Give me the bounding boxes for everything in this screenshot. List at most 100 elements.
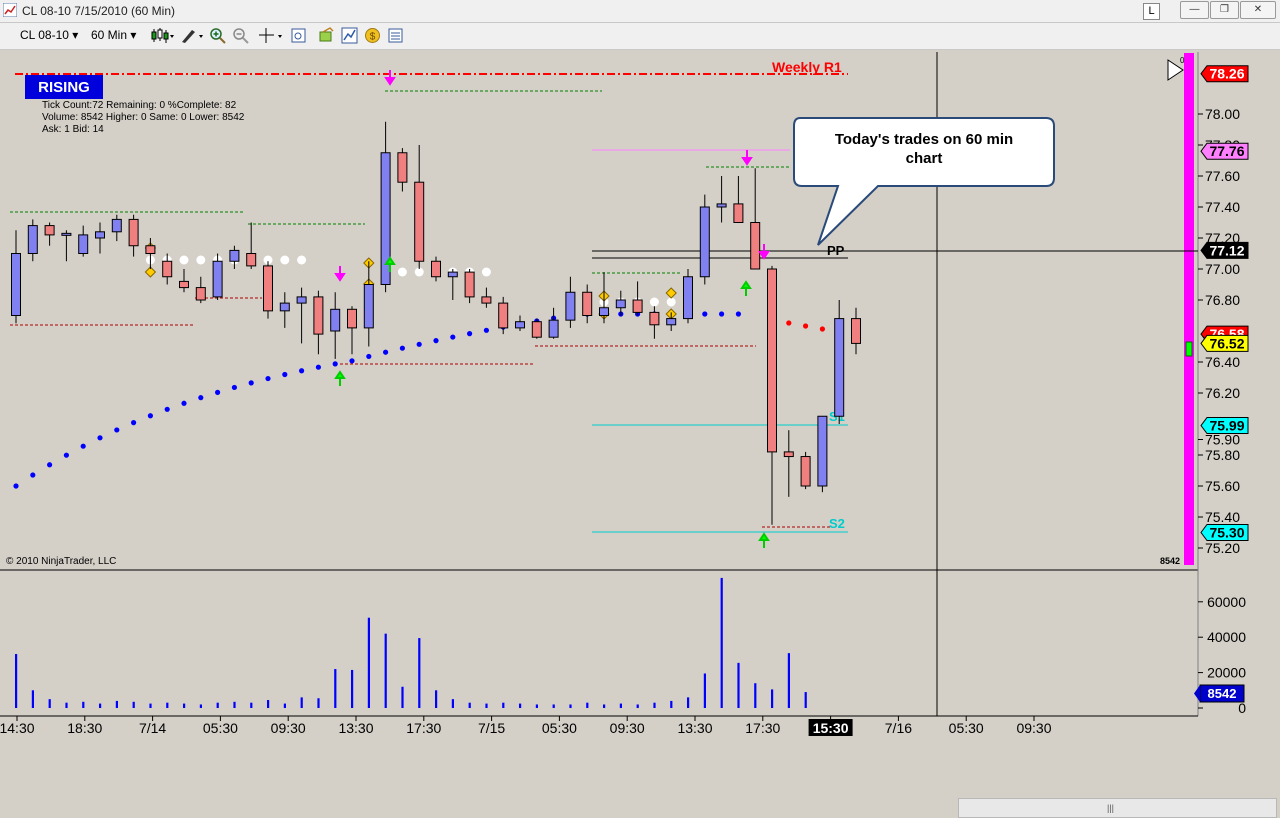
candle xyxy=(531,318,542,339)
zoom-in-icon[interactable] xyxy=(209,27,226,44)
tick-stats-line-2: Volume: 8542 Higher: 0 Same: 0 Lower: 85… xyxy=(42,112,245,123)
psar-dot xyxy=(13,483,19,489)
psar-dot xyxy=(147,413,153,419)
volume-bar xyxy=(451,699,454,708)
candle-body xyxy=(599,307,609,316)
white-dot xyxy=(297,255,307,265)
horizontal-scrollbar[interactable]: ||| xyxy=(958,798,1277,818)
candle-body xyxy=(61,232,72,236)
candle-body xyxy=(111,218,122,233)
candle-body xyxy=(229,249,240,262)
psar-dot xyxy=(80,443,86,449)
close-button[interactable]: ✕ xyxy=(1240,1,1276,19)
instrument-selector[interactable]: CL 08-10 ▾ xyxy=(20,28,78,42)
candle-body xyxy=(615,299,626,309)
candle-body xyxy=(363,284,374,329)
candle-body xyxy=(95,231,105,239)
rising-label: RISING xyxy=(38,79,90,96)
volume-bar xyxy=(535,704,538,708)
candle-body xyxy=(800,456,811,487)
psar-dot xyxy=(30,472,36,478)
time-tick-label: 17:30 xyxy=(745,720,780,736)
crosshair-icon[interactable] xyxy=(258,27,284,44)
price-tick-label: 75.20 xyxy=(1205,540,1240,556)
candle-body xyxy=(212,260,223,298)
volume-bar xyxy=(250,702,253,708)
psar-dot xyxy=(803,323,809,329)
candle xyxy=(834,300,845,424)
volume-bar xyxy=(485,703,488,708)
price-badge-label: 76.52 xyxy=(1209,335,1244,351)
candle-body xyxy=(263,265,273,312)
volume-bar xyxy=(65,702,68,708)
minimize-button[interactable]: — xyxy=(1180,1,1209,19)
candle-body xyxy=(44,225,55,236)
candle-body xyxy=(397,152,408,183)
chart-toolbar: CL 08-10 ▾ 60 Min ▾ $ xyxy=(0,23,1280,50)
price-tick-label: 76.20 xyxy=(1205,385,1240,401)
price-chart[interactable]: 0 Weekly R1 PP S1 S2 xyxy=(0,50,1280,770)
candle-body xyxy=(834,318,845,417)
candle-body xyxy=(279,302,290,312)
volume-bar xyxy=(300,697,303,708)
white-dot xyxy=(649,297,659,307)
time-tick-label: 7/15 xyxy=(478,720,505,736)
candle-body xyxy=(481,296,492,304)
volume-bar xyxy=(132,701,135,708)
white-dot xyxy=(666,297,676,307)
psar-dot xyxy=(702,311,708,317)
bar-type-icon[interactable] xyxy=(150,27,174,44)
psar-dot xyxy=(114,427,120,433)
chart-area[interactable]: 0 Weekly R1 PP S1 S2 xyxy=(0,50,1280,818)
candle-body xyxy=(128,218,139,247)
volume-bar xyxy=(619,703,622,708)
volume-bar xyxy=(351,669,354,708)
time-tick-label: 7/16 xyxy=(885,720,912,736)
volume-bar xyxy=(771,689,774,708)
psar-dot xyxy=(399,345,405,351)
volume-bar xyxy=(401,686,404,708)
volume-bar xyxy=(199,704,202,708)
candle-body xyxy=(78,234,89,254)
volume-bar xyxy=(603,704,606,708)
dollar-icon[interactable]: $ xyxy=(364,27,381,44)
candle xyxy=(800,451,811,490)
restore-button[interactable]: ❐ xyxy=(1210,1,1239,19)
volume-bar xyxy=(737,662,740,708)
volume-bar xyxy=(267,700,270,708)
volume-bar xyxy=(216,702,219,708)
indicators-icon[interactable] xyxy=(341,27,358,44)
properties-icon[interactable] xyxy=(290,27,307,44)
volume-bar xyxy=(317,698,320,708)
chart-background xyxy=(0,50,1280,770)
candle-body xyxy=(750,222,761,270)
window-title-bar: CL 08-10 7/15/2010 (60 Min) L — ❐ ✕ xyxy=(0,0,1280,23)
price-tick-label: 77.00 xyxy=(1205,261,1240,277)
price-badge-label: 75.99 xyxy=(1209,418,1244,434)
psar-dot xyxy=(47,462,53,468)
scroll-grip-icon[interactable]: ||| xyxy=(1107,803,1114,813)
callout-text: Today's trades on 60 min chart xyxy=(834,131,1014,167)
volume-badge-label: 8542 xyxy=(1208,686,1237,701)
interval-selector[interactable]: 60 Min ▾ xyxy=(91,28,136,42)
psar-dot xyxy=(265,375,271,382)
drawing-pen-icon[interactable] xyxy=(180,27,204,44)
price-badge: 77.76 xyxy=(1200,142,1249,160)
link-button[interactable]: L xyxy=(1143,3,1160,20)
volume-bar xyxy=(334,669,337,708)
psar-dot xyxy=(248,380,254,386)
candle-body xyxy=(582,291,593,316)
candle-body xyxy=(565,291,576,321)
psar-dot xyxy=(735,311,742,317)
time-tick-label: 13:30 xyxy=(338,720,373,736)
volume-bar xyxy=(787,653,790,708)
data-box-icon[interactable] xyxy=(387,27,404,44)
psar-dot xyxy=(315,364,321,370)
psar-dot xyxy=(416,341,422,347)
volume-bar xyxy=(183,703,186,708)
strategies-icon[interactable] xyxy=(318,27,335,44)
volume-bar xyxy=(149,703,152,708)
zoom-out-icon[interactable] xyxy=(232,27,249,44)
candle xyxy=(699,194,710,285)
volume-bar xyxy=(720,577,723,708)
